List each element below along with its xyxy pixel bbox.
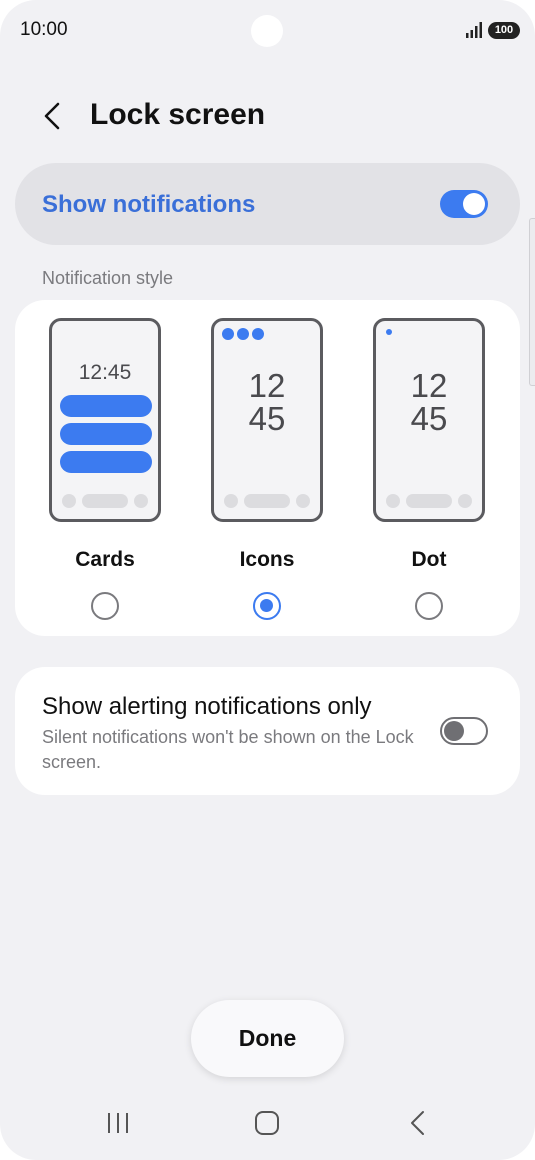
status-time: 10:00 bbox=[20, 19, 68, 40]
preview-notification-card bbox=[60, 423, 152, 445]
preview-clock: 12:45 bbox=[78, 361, 132, 384]
preview-clock: 12 45 bbox=[376, 369, 482, 435]
preview-clock-hour: 12 bbox=[248, 367, 286, 404]
preview-clock: 12 45 bbox=[214, 369, 320, 435]
status-bar: 10:00 100 bbox=[0, 0, 535, 60]
lock-screen-settings: 10:00 100 Lock screen Show notifications… bbox=[0, 0, 535, 1160]
style-option-cards[interactable]: 12:45 Cards bbox=[25, 300, 185, 636]
radio-cards[interactable] bbox=[91, 592, 119, 620]
done-button[interactable]: Done bbox=[191, 1000, 344, 1077]
preview-notification-dot bbox=[386, 329, 392, 335]
nav-back-button[interactable] bbox=[387, 1100, 447, 1146]
recent-apps-icon bbox=[108, 1113, 128, 1133]
battery-icon: 100 bbox=[488, 22, 520, 39]
toggle-knob bbox=[444, 720, 464, 741]
option-label-dot: Dot bbox=[411, 548, 447, 571]
option-label-icons: Icons bbox=[239, 548, 295, 571]
preview-notification-card bbox=[60, 395, 152, 417]
back-button[interactable] bbox=[32, 96, 72, 136]
alerting-only-toggle[interactable] bbox=[440, 717, 488, 745]
preview-bottom-bar bbox=[386, 493, 472, 509]
style-option-icons[interactable]: 12 45 Icons bbox=[187, 300, 347, 636]
header: Lock screen bbox=[0, 90, 535, 142]
preview-bottom-bar bbox=[224, 493, 310, 509]
option-label-cards: Cards bbox=[75, 548, 135, 571]
back-icon bbox=[411, 1111, 424, 1135]
notification-style-card: 12:45 Cards 12 45 Icons 12 45 Dot bbox=[15, 300, 520, 636]
preview-clock-minute: 45 bbox=[410, 400, 448, 437]
toggle-knob bbox=[463, 193, 485, 215]
page-title: Lock screen bbox=[90, 98, 266, 131]
home-icon bbox=[255, 1111, 279, 1135]
radio-icons[interactable] bbox=[253, 592, 281, 620]
preview-clock-hour: 12 bbox=[410, 367, 448, 404]
section-header-notification-style: Notification style bbox=[42, 268, 174, 288]
show-notifications-toggle[interactable] bbox=[440, 190, 488, 218]
cards-preview: 12:45 bbox=[49, 318, 161, 522]
chevron-left-icon bbox=[44, 102, 60, 130]
show-notifications-label: Show notifications bbox=[42, 191, 256, 218]
alerting-subtitle: Silent notifications won't be shown on t… bbox=[42, 727, 414, 772]
alerting-notifications-row[interactable]: Show alerting notifications only Silent … bbox=[15, 667, 520, 795]
alerting-title: Show alerting notifications only bbox=[42, 693, 372, 720]
signal-icon bbox=[466, 22, 482, 38]
navigation-bar bbox=[0, 1100, 535, 1150]
preview-clock-minute: 45 bbox=[248, 400, 286, 437]
preview-notification-icons bbox=[222, 328, 264, 340]
recent-apps-button[interactable] bbox=[88, 1100, 148, 1146]
camera-cutout bbox=[251, 15, 283, 47]
dot-preview: 12 45 bbox=[373, 318, 485, 522]
edge-panel-handle[interactable] bbox=[529, 218, 535, 386]
home-button[interactable] bbox=[237, 1100, 297, 1146]
show-notifications-row[interactable]: Show notifications bbox=[15, 163, 520, 245]
preview-bottom-bar bbox=[62, 493, 148, 509]
radio-dot[interactable] bbox=[415, 592, 443, 620]
icons-preview: 12 45 bbox=[211, 318, 323, 522]
style-option-dot[interactable]: 12 45 Dot bbox=[349, 300, 509, 636]
preview-notification-card bbox=[60, 451, 152, 473]
